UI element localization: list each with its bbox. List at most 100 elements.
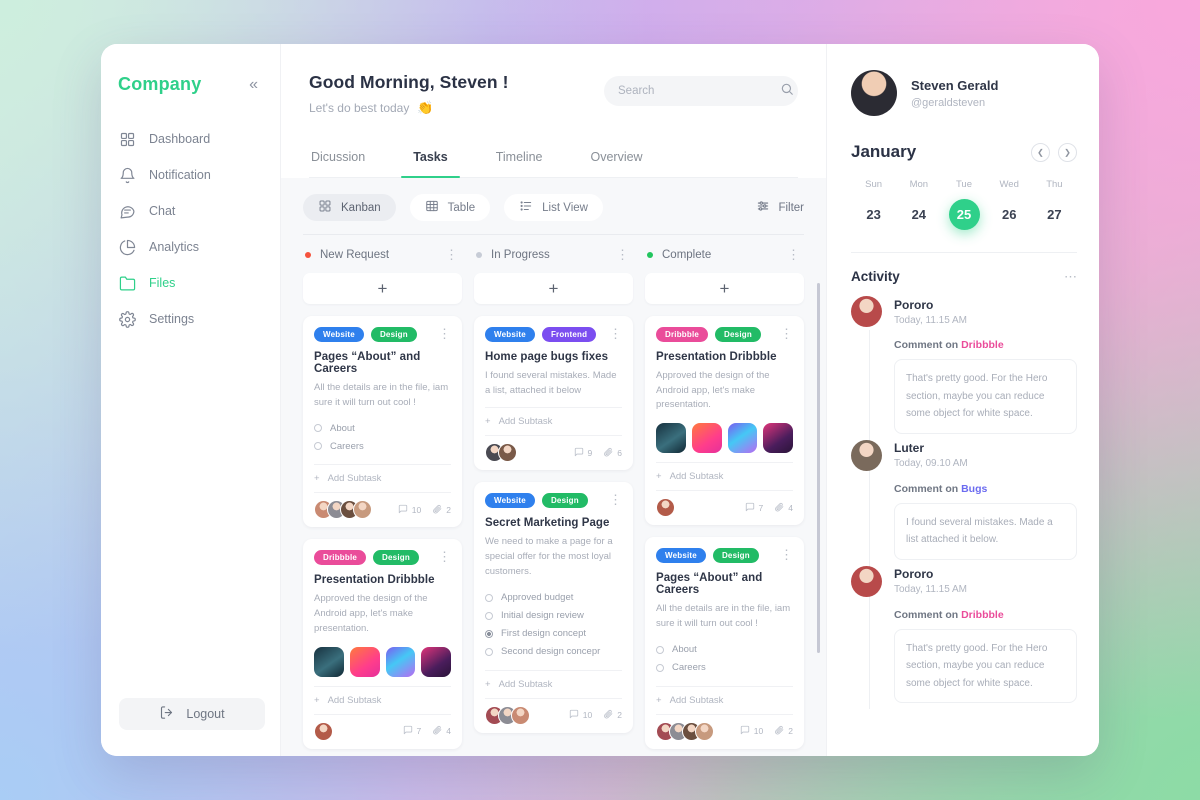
calendar-date[interactable]: 27 — [1032, 199, 1077, 230]
thumbnail[interactable] — [349, 646, 380, 677]
task-card[interactable]: Website Design ⋮ Pages “About” and Careers A… — [645, 537, 804, 749]
board-scrollbar[interactable] — [816, 283, 820, 653]
tab-tasks[interactable]: Tasks — [401, 142, 460, 178]
subtask-checkbox-icon[interactable] — [656, 663, 664, 672]
subtask-item[interactable]: Careers — [314, 437, 451, 455]
avatar[interactable] — [695, 721, 714, 741]
card-menu-icon[interactable]: ⋮ — [438, 327, 451, 340]
chevron-right-icon[interactable]: ❯ — [1058, 142, 1077, 162]
subtask-item[interactable]: First design concept — [485, 625, 622, 643]
add-subtask-button[interactable]: + Add Subtask — [485, 669, 622, 698]
search-box[interactable] — [604, 76, 798, 106]
calendar-date-value[interactable]: 25 — [948, 199, 980, 230]
column-menu-icon[interactable]: ⋮ — [616, 248, 629, 261]
add-card-button[interactable]: + — [474, 273, 633, 304]
calendar-date-value[interactable]: 24 — [903, 199, 934, 230]
subtask-checkbox-icon[interactable] — [485, 629, 493, 638]
tab-timeline[interactable]: Timeline — [494, 142, 545, 177]
calendar-date-value[interactable]: 23 — [858, 199, 889, 230]
thumbnail[interactable] — [385, 646, 416, 677]
subtask-item[interactable]: Second design concepr — [485, 643, 622, 661]
add-subtask-button[interactable]: + Add Subtask — [656, 685, 793, 714]
task-card[interactable]: Website Design ⋮ Secret Marketing Page We ne… — [474, 482, 633, 733]
subtask-item[interactable]: Approved budget — [485, 589, 622, 607]
subtask-item[interactable]: Careers — [656, 659, 793, 677]
column-menu-icon[interactable]: ⋮ — [445, 248, 458, 261]
sidebar-item-analytics[interactable]: Analytics — [101, 229, 280, 265]
card-menu-icon[interactable]: ⋮ — [780, 327, 793, 340]
thumbnail[interactable] — [763, 423, 793, 454]
avatar[interactable] — [851, 439, 882, 471]
subtask-checkbox-icon[interactable] — [656, 645, 664, 654]
sidebar-item-notification[interactable]: Notification — [101, 157, 280, 193]
calendar-date[interactable]: 24 — [896, 199, 941, 230]
add-subtask-button[interactable]: + Add Subtask — [485, 407, 622, 435]
chevron-left-icon[interactable]: ❮ — [1031, 142, 1050, 162]
avatar[interactable] — [656, 498, 675, 518]
tab-dicussion[interactable]: Dicussion — [309, 142, 367, 177]
column-menu-icon[interactable]: ⋮ — [787, 248, 800, 261]
tab-bar: Dicussion Tasks Timeline Overview — [309, 142, 798, 178]
sidebar-item-chat[interactable]: Chat — [101, 193, 280, 229]
add-subtask-button[interactable]: + Add Subtask — [314, 685, 451, 714]
sidebar-item-files[interactable]: Files — [101, 265, 280, 301]
thumbnail[interactable] — [314, 646, 344, 677]
card-menu-icon[interactable]: ⋮ — [609, 327, 622, 340]
subtask-checkbox-icon[interactable] — [485, 611, 493, 620]
avatar[interactable] — [851, 565, 882, 597]
thumbnail[interactable] — [656, 423, 686, 454]
task-card[interactable]: Website Frontend ⋮ Home page bugs fixes I fo… — [474, 316, 633, 471]
sidebar-item-settings[interactable]: Settings — [101, 301, 280, 337]
avatar[interactable] — [498, 443, 517, 463]
task-card[interactable]: Dribbble Design ⋮ Presentation Dribbble Appr… — [645, 316, 804, 526]
thumbnail[interactable] — [421, 646, 451, 677]
task-card[interactable]: Website Design ⋮ Pages “About” and Careers A… — [303, 316, 462, 528]
calendar-date[interactable]: 25 — [941, 199, 986, 230]
paperclip-icon — [432, 504, 442, 516]
sidebar-item-dashboard[interactable]: Dashboard — [101, 121, 280, 157]
add-subtask-label: Add Subtask — [327, 694, 382, 706]
add-subtask-button[interactable]: + Add Subtask — [656, 462, 793, 490]
tag: Frontend — [541, 327, 597, 342]
view-kanban-button[interactable]: Kanban — [303, 194, 396, 221]
calendar-date[interactable]: 23 — [851, 199, 896, 230]
subtask-checkbox-icon[interactable] — [485, 593, 493, 602]
tab-overview[interactable]: Overview — [588, 142, 644, 177]
card-menu-icon[interactable]: ⋮ — [780, 548, 793, 561]
activity-header: Activity ⋯ — [851, 269, 1077, 284]
thumbnail[interactable] — [727, 423, 758, 454]
view-list-view-button[interactable]: List View — [504, 194, 603, 221]
calendar-date-value[interactable]: 26 — [994, 199, 1025, 230]
chevron-double-left-icon[interactable]: « — [249, 76, 258, 93]
activity-context-target[interactable]: Dribbble — [961, 339, 1004, 351]
ellipsis-icon[interactable]: ⋯ — [1064, 270, 1077, 283]
subtask-checkbox-icon[interactable] — [314, 424, 322, 433]
filter-button[interactable]: Filter — [756, 199, 804, 216]
logout-button[interactable]: Logout — [119, 698, 265, 730]
task-card[interactable]: Dribbble Design ⋮ Presentation Dribbble Appr… — [303, 539, 462, 749]
subtask-item[interactable]: About — [314, 419, 451, 437]
calendar-date[interactable]: 26 — [987, 199, 1032, 230]
user-profile[interactable]: Steven Gerald @geraldsteven — [851, 70, 1077, 116]
card-menu-icon[interactable]: ⋮ — [438, 550, 451, 563]
subtask-checkbox-icon[interactable] — [314, 442, 322, 451]
search-icon[interactable] — [780, 82, 794, 101]
avatar[interactable] — [314, 721, 333, 741]
avatar[interactable] — [353, 500, 372, 520]
subtask-item[interactable]: About — [656, 641, 793, 659]
add-card-button[interactable]: + — [645, 273, 804, 304]
card-menu-icon[interactable]: ⋮ — [609, 493, 622, 506]
activity-context-target[interactable]: Bugs — [961, 483, 987, 495]
activity-context-target[interactable]: Dribbble — [961, 609, 1004, 621]
paperclip-icon — [432, 725, 442, 737]
view-table-button[interactable]: Table — [409, 194, 491, 221]
add-subtask-button[interactable]: + Add Subtask — [314, 464, 451, 492]
avatar[interactable] — [851, 296, 882, 327]
search-input[interactable] — [618, 85, 772, 97]
subtask-item[interactable]: Initial design review — [485, 607, 622, 625]
add-card-button[interactable]: + — [303, 273, 462, 304]
subtask-checkbox-icon[interactable] — [485, 647, 493, 656]
calendar-date-value[interactable]: 27 — [1039, 199, 1070, 230]
thumbnail[interactable] — [691, 423, 722, 454]
avatar[interactable] — [511, 705, 530, 725]
